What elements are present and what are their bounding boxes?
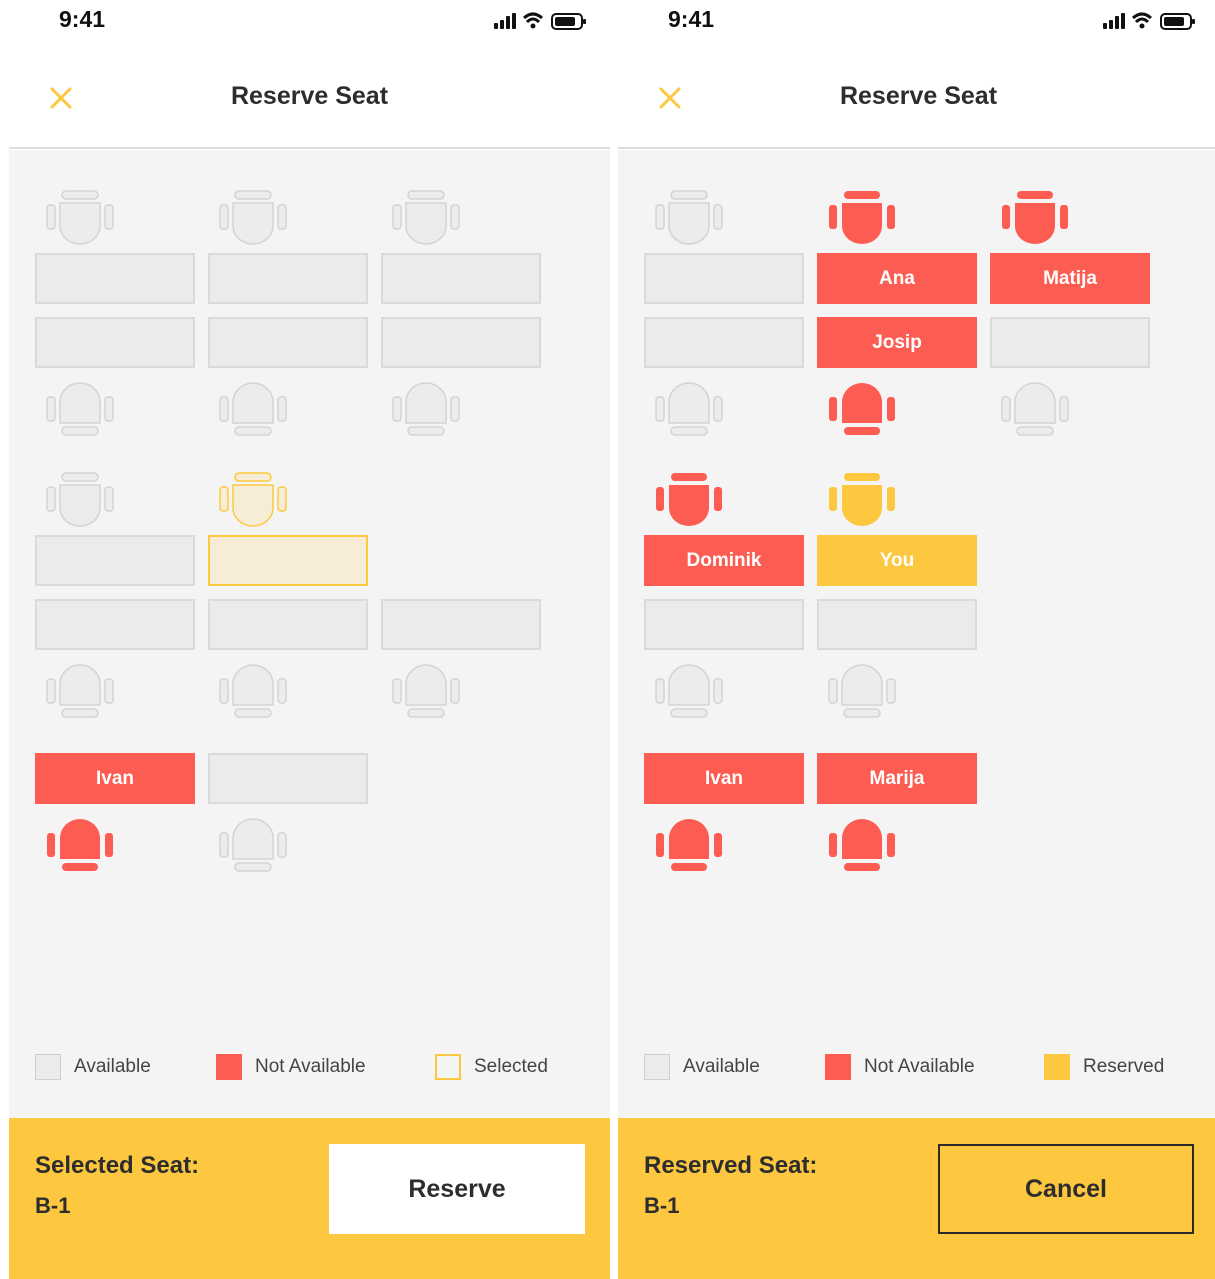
chair-icon[interactable] bbox=[218, 662, 288, 720]
reserved-seat-label: Reserved Seat: bbox=[644, 1152, 818, 1179]
desk-available[interactable] bbox=[381, 599, 541, 650]
legend-swatch-available bbox=[35, 1054, 61, 1080]
chair-icon[interactable] bbox=[827, 470, 897, 528]
status-time: 9:41 bbox=[668, 6, 715, 32]
chair-icon[interactable] bbox=[218, 816, 288, 874]
reserve-button[interactable]: Reserve bbox=[329, 1144, 585, 1234]
desk-available[interactable] bbox=[644, 253, 804, 304]
bottom-bar: Reserved Seat: B-1 Cancel bbox=[618, 1118, 1215, 1279]
chair-icon[interactable] bbox=[654, 662, 724, 720]
chair-icon[interactable] bbox=[654, 470, 724, 528]
desk-available[interactable] bbox=[35, 535, 195, 586]
legend-swatch-available bbox=[644, 1054, 670, 1080]
legend-label: Not Available bbox=[864, 1056, 975, 1077]
desk-available[interactable] bbox=[644, 317, 804, 368]
desk-not-available[interactable]: Josip bbox=[817, 317, 977, 368]
chair-icon[interactable] bbox=[391, 662, 461, 720]
selected-seat-value: B-1 bbox=[35, 1193, 71, 1218]
legend-swatch-selected bbox=[435, 1054, 461, 1080]
screen-reserved-seat: 9:41 Reserve Seat Available Not Availabl… bbox=[618, 0, 1215, 1279]
status-icons bbox=[1103, 12, 1195, 30]
desk-not-available[interactable]: Ana bbox=[817, 253, 977, 304]
desk-available[interactable] bbox=[644, 599, 804, 650]
chair-icon[interactable] bbox=[218, 188, 288, 246]
desk-not-available[interactable]: Marija bbox=[817, 753, 977, 804]
desk-available[interactable] bbox=[381, 253, 541, 304]
desk-available[interactable] bbox=[35, 253, 195, 304]
legend-item-reserved: Reserved bbox=[1044, 1053, 1164, 1081]
status-bar: 9:41 bbox=[9, 0, 610, 44]
chair-icon[interactable] bbox=[45, 816, 115, 874]
desk-available[interactable] bbox=[208, 317, 368, 368]
desk-not-available[interactable]: Ivan bbox=[644, 753, 804, 804]
legend-item-selected: Selected bbox=[435, 1053, 548, 1081]
screen-select-seat: 9:41 Reserve Seat Available Not Availabl… bbox=[9, 0, 610, 1279]
desk-reserved[interactable]: You bbox=[817, 535, 977, 586]
chair-icon[interactable] bbox=[827, 662, 897, 720]
status-icons bbox=[494, 12, 586, 30]
status-time: 9:41 bbox=[59, 6, 106, 32]
reserved-seat-value: B-1 bbox=[644, 1193, 680, 1218]
chair-icon[interactable] bbox=[45, 188, 115, 246]
chair-icon[interactable] bbox=[45, 470, 115, 528]
desk-available[interactable] bbox=[990, 317, 1150, 368]
chair-icon[interactable] bbox=[1000, 380, 1070, 438]
desk-not-available[interactable]: Matija bbox=[990, 253, 1150, 304]
desk-available[interactable] bbox=[208, 253, 368, 304]
page-title: Reserve Seat bbox=[839, 82, 998, 110]
chair-icon[interactable] bbox=[1000, 188, 1070, 246]
legend-item-not-available: Not Available bbox=[825, 1053, 975, 1081]
chair-icon[interactable] bbox=[654, 380, 724, 438]
desk-available[interactable] bbox=[381, 317, 541, 368]
chair-icon[interactable] bbox=[45, 380, 115, 438]
chair-icon[interactable] bbox=[654, 188, 724, 246]
desk-available[interactable] bbox=[208, 753, 368, 804]
chair-icon[interactable] bbox=[827, 380, 897, 438]
chair-icon[interactable] bbox=[827, 816, 897, 874]
chair-icon[interactable] bbox=[218, 380, 288, 438]
desk-available[interactable] bbox=[35, 317, 195, 368]
seat-map: Available Not Available Selected Ivan bbox=[9, 150, 610, 1118]
status-bar: 9:41 bbox=[618, 0, 1215, 44]
chair-icon[interactable] bbox=[827, 188, 897, 246]
legend-item-not-available: Not Available bbox=[216, 1053, 366, 1081]
desk-selected[interactable] bbox=[208, 535, 368, 586]
legend-label: Available bbox=[74, 1056, 151, 1077]
chair-icon[interactable] bbox=[45, 662, 115, 720]
desk-not-available[interactable]: Dominik bbox=[644, 535, 804, 586]
legend-item-available: Available bbox=[644, 1053, 760, 1081]
desk-not-available[interactable]: Ivan bbox=[35, 753, 195, 804]
header: Reserve Seat bbox=[618, 44, 1215, 149]
desk-available[interactable] bbox=[208, 599, 368, 650]
seat-map: Available Not Available Reserved Ana Mati… bbox=[618, 150, 1215, 1118]
legend-label: Reserved bbox=[1083, 1056, 1165, 1077]
chair-icon[interactable] bbox=[391, 188, 461, 246]
page-title: Reserve Seat bbox=[230, 82, 389, 110]
legend-swatch-not-available bbox=[825, 1054, 851, 1080]
selected-seat-label: Selected Seat: bbox=[35, 1152, 200, 1179]
desk-available[interactable] bbox=[817, 599, 977, 650]
chair-icon[interactable] bbox=[218, 470, 288, 528]
legend-swatch-not-available bbox=[216, 1054, 242, 1080]
header: Reserve Seat bbox=[9, 44, 610, 149]
desk-available[interactable] bbox=[35, 599, 195, 650]
legend-label: Not Available bbox=[255, 1056, 366, 1077]
legend-item-available: Available bbox=[35, 1053, 151, 1081]
bottom-bar: Selected Seat: B-1 Reserve bbox=[9, 1118, 610, 1279]
cancel-button[interactable]: Cancel bbox=[938, 1144, 1194, 1234]
legend-label: Available bbox=[683, 1056, 760, 1077]
chair-icon[interactable] bbox=[391, 380, 461, 438]
legend-label: Selected bbox=[474, 1056, 548, 1077]
legend-swatch-reserved bbox=[1044, 1054, 1070, 1080]
chair-icon[interactable] bbox=[654, 816, 724, 874]
